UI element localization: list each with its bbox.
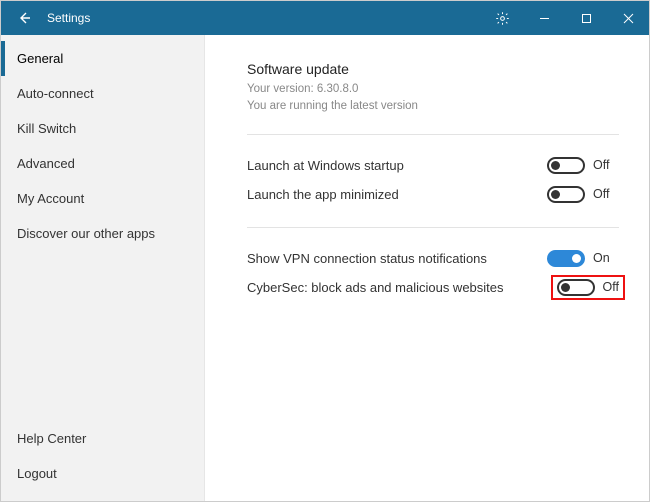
update-status: You are running the latest version <box>247 98 619 115</box>
titlebar: Settings <box>1 1 649 35</box>
sidebar-item-label: Advanced <box>17 156 75 171</box>
highlight-box: Off <box>551 275 625 300</box>
sidebar-item-auto-connect[interactable]: Auto-connect <box>1 76 204 111</box>
sidebar-item-label: Kill Switch <box>17 121 76 136</box>
window-title: Settings <box>43 11 90 25</box>
sidebar-item-label: Auto-connect <box>17 86 94 101</box>
version-text: Your version: 6.30.8.0 <box>247 81 619 98</box>
setting-label: Launch the app minimized <box>247 187 547 202</box>
software-update-title: Software update <box>247 61 619 77</box>
toggle-vpn-notifications[interactable] <box>547 250 585 267</box>
sidebar-item-general[interactable]: General <box>1 41 204 76</box>
sidebar: General Auto-connect Kill Switch Advance… <box>1 35 205 501</box>
sidebar-item-logout[interactable]: Logout <box>1 456 204 491</box>
setting-label: Show VPN connection status notifications <box>247 251 547 266</box>
sidebar-item-label: My Account <box>17 191 84 206</box>
maximize-button[interactable] <box>565 1 607 35</box>
sidebar-item-label: Discover our other apps <box>17 226 155 241</box>
setting-row-launch-startup: Launch at Windows startup Off <box>247 151 619 180</box>
setting-row-cybersec: CyberSec: block ads and malicious websit… <box>247 273 619 302</box>
toggle-state: On <box>593 251 610 265</box>
setting-row-vpn-notifications: Show VPN connection status notifications… <box>247 244 619 273</box>
toggle-state: Off <box>603 280 619 294</box>
sidebar-item-help-center[interactable]: Help Center <box>1 421 204 456</box>
back-button[interactable] <box>7 1 43 35</box>
toggle-launch-minimized[interactable] <box>547 186 585 203</box>
divider <box>247 227 619 228</box>
sidebar-item-advanced[interactable]: Advanced <box>1 146 204 181</box>
main-content: Software update Your version: 6.30.8.0 Y… <box>205 35 649 501</box>
toggle-state: Off <box>593 158 609 172</box>
setting-label: CyberSec: block ads and malicious websit… <box>247 280 557 295</box>
setting-label: Launch at Windows startup <box>247 158 547 173</box>
setting-row-launch-minimized: Launch the app minimized Off <box>247 180 619 209</box>
sidebar-item-kill-switch[interactable]: Kill Switch <box>1 111 204 146</box>
toggle-state: Off <box>593 187 609 201</box>
sidebar-item-discover-apps[interactable]: Discover our other apps <box>1 216 204 251</box>
sidebar-item-label: Help Center <box>17 431 86 446</box>
divider <box>247 134 619 135</box>
sidebar-item-label: Logout <box>17 466 57 481</box>
close-button[interactable] <box>607 1 649 35</box>
settings-gear-icon[interactable] <box>481 1 523 35</box>
sidebar-item-my-account[interactable]: My Account <box>1 181 204 216</box>
sidebar-item-label: General <box>17 51 63 66</box>
toggle-cybersec[interactable] <box>557 279 595 296</box>
minimize-button[interactable] <box>523 1 565 35</box>
toggle-launch-startup[interactable] <box>547 157 585 174</box>
